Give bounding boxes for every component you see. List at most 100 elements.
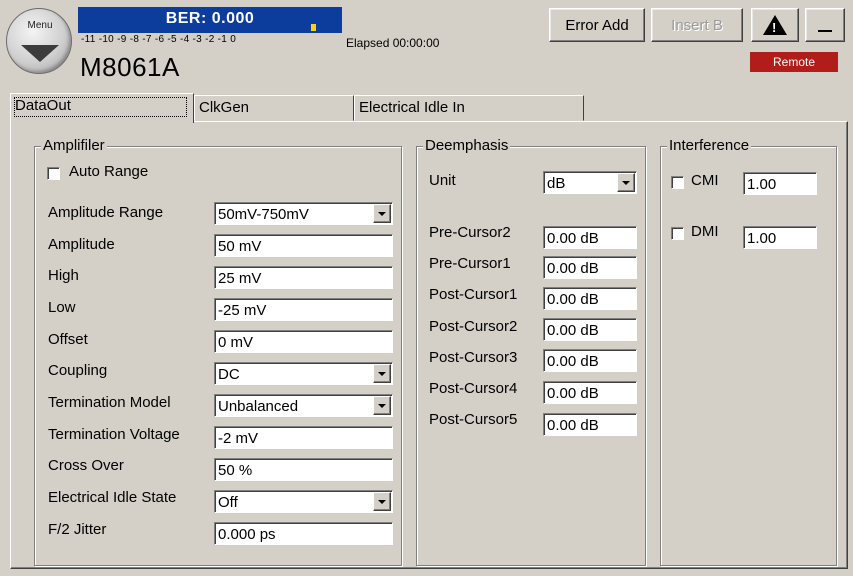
insert-b-button[interactable]: Insert B	[651, 8, 743, 42]
interference-group: Interference	[660, 137, 837, 566]
amplitude-range-select[interactable]: 50mV-750mV	[214, 202, 393, 225]
deemphasis-group-title: Deemphasis	[423, 137, 511, 154]
offset-value: 0 mV	[218, 334, 254, 351]
dmi-field[interactable]: 1.00	[743, 226, 817, 249]
pre-cursor1-field[interactable]: 0.00 dB	[543, 256, 637, 279]
termination-voltage-label: Termination Voltage	[48, 426, 180, 443]
ber-display: BER: 0.000	[78, 7, 342, 33]
post-cursor1-field[interactable]: 0.00 dB	[543, 287, 637, 310]
auto-range-label: Auto Range	[69, 163, 149, 180]
warning-button[interactable]	[751, 8, 799, 42]
tab-electrical-idle-in-label: Electrical Idle In	[359, 99, 465, 116]
post-cursor2-field[interactable]: 0.00 dB	[543, 318, 637, 341]
high-value: 25 mV	[218, 270, 262, 287]
post-cursor2-label: Post-Cursor2	[429, 318, 518, 335]
amplitude-range-label: Amplitude Range	[48, 204, 164, 221]
offset-field[interactable]: 0 mV	[214, 330, 393, 353]
cross-over-field[interactable]: 50 %	[214, 458, 393, 481]
post-cursor4-field[interactable]: 0.00 dB	[543, 381, 637, 404]
post-cursor4-value: 0.00 dB	[547, 385, 599, 402]
cmi-field[interactable]: 1.00	[743, 172, 817, 195]
menu-arrow-icon	[21, 45, 59, 62]
termination-model-select[interactable]: Unbalanced	[214, 394, 393, 417]
dmi-value: 1.00	[747, 230, 777, 247]
termination-voltage-value: -2 mV	[218, 430, 259, 447]
unit-select[interactable]: dB	[543, 171, 637, 194]
cross-over-value: 50 %	[218, 462, 253, 479]
low-label: Low	[48, 299, 76, 316]
post-cursor1-value: 0.00 dB	[547, 291, 599, 308]
unit-dropdown-button[interactable]	[617, 173, 635, 192]
dmi-checkbox[interactable]	[671, 227, 684, 240]
termination-model-dropdown-button[interactable]	[373, 396, 391, 415]
high-label: High	[48, 267, 79, 284]
coupling-select[interactable]: DC	[214, 362, 393, 385]
termination-model-value: Unbalanced	[218, 398, 299, 415]
amplitude-range-dropdown-button[interactable]	[373, 204, 391, 223]
post-cursor4-label: Post-Cursor4	[429, 380, 518, 397]
amplitude-range-value: 50mV-750mV	[218, 206, 309, 223]
offset-label: Offset	[48, 331, 88, 348]
cmi-checkbox[interactable]	[671, 176, 684, 189]
chevron-down-icon	[378, 500, 386, 504]
coupling-dropdown-button[interactable]	[373, 364, 391, 383]
tab-clkgen[interactable]: ClkGen	[194, 95, 354, 121]
interference-group-title: Interference	[667, 137, 752, 154]
tab-clkgen-label: ClkGen	[199, 99, 250, 116]
post-cursor3-value: 0.00 dB	[547, 353, 599, 370]
menu-button[interactable]: Menu	[6, 8, 72, 74]
unit-label: Unit	[429, 172, 456, 189]
remote-label: Remote	[772, 55, 816, 69]
remote-status-badge: Remote	[750, 52, 838, 72]
electrical-idle-state-value: Off	[218, 494, 238, 511]
tab-dataout[interactable]: DataOut	[10, 93, 194, 123]
post-cursor3-label: Post-Cursor3	[429, 349, 518, 366]
post-cursor5-value: 0.00 dB	[547, 417, 599, 434]
cmi-label: CMI	[691, 172, 719, 189]
termination-voltage-field[interactable]: -2 mV	[214, 426, 393, 449]
auto-range-checkbox[interactable]	[47, 167, 60, 180]
post-cursor5-field[interactable]: 0.00 dB	[543, 413, 637, 436]
unit-value: dB	[547, 175, 566, 192]
chevron-down-icon	[378, 212, 386, 216]
f2-jitter-field[interactable]: 0.000 ps	[214, 522, 393, 545]
pre-cursor2-field[interactable]: 0.00 dB	[543, 226, 637, 249]
tab-electrical-idle-in[interactable]: Electrical Idle In	[354, 95, 584, 121]
pre-cursor2-value: 0.00 dB	[547, 230, 599, 247]
chevron-down-icon	[378, 372, 386, 376]
tab-focus-rect	[14, 97, 187, 117]
ber-scale: -11 -10 -9 -8 -7 -6 -5 -4 -3 -2 -1 0	[81, 34, 237, 45]
post-cursor3-field[interactable]: 0.00 dB	[543, 349, 637, 372]
cmi-value: 1.00	[747, 176, 777, 193]
amplitude-field[interactable]: 50 mV	[214, 234, 393, 257]
dmi-label: DMI	[691, 223, 719, 240]
electrical-idle-state-dropdown-button[interactable]	[373, 492, 391, 511]
elapsed-time: Elapsed 00:00:00	[346, 36, 440, 50]
amplifier-group-title: Amplifiler	[41, 137, 107, 154]
post-cursor5-label: Post-Cursor5	[429, 411, 518, 428]
electrical-idle-state-select[interactable]: Off	[214, 490, 393, 513]
model-name: M8061A	[80, 52, 180, 82]
insert-b-label: Insert B	[671, 16, 723, 34]
menu-label: Menu	[27, 20, 53, 31]
coupling-label: Coupling	[48, 362, 108, 379]
warning-icon	[763, 15, 787, 35]
pre-cursor1-label: Pre-Cursor1	[429, 255, 511, 272]
minimize-button[interactable]	[805, 8, 845, 42]
ber-value: BER: 0.000	[165, 10, 255, 27]
post-cursor2-value: 0.00 dB	[547, 322, 599, 339]
amplitude-label: Amplitude	[48, 236, 115, 253]
chevron-down-icon	[378, 404, 386, 408]
chevron-down-icon	[622, 181, 630, 185]
low-value: -25 mV	[218, 302, 267, 319]
error-add-button[interactable]: Error Add	[549, 8, 645, 42]
post-cursor1-label: Post-Cursor1	[429, 286, 518, 303]
low-field[interactable]: -25 mV	[214, 298, 393, 321]
pre-cursor2-label: Pre-Cursor2	[429, 224, 511, 241]
instrument-header: Menu BER: 0.000 -11 -10 -9 -8 -7 -6 -5 -…	[0, 0, 853, 88]
high-field[interactable]: 25 mV	[214, 266, 393, 289]
amplitude-value: 50 mV	[218, 238, 262, 255]
electrical-idle-state-label: Electrical Idle State	[48, 489, 177, 506]
ber-level-marker	[311, 24, 316, 31]
error-add-label: Error Add	[565, 16, 629, 34]
